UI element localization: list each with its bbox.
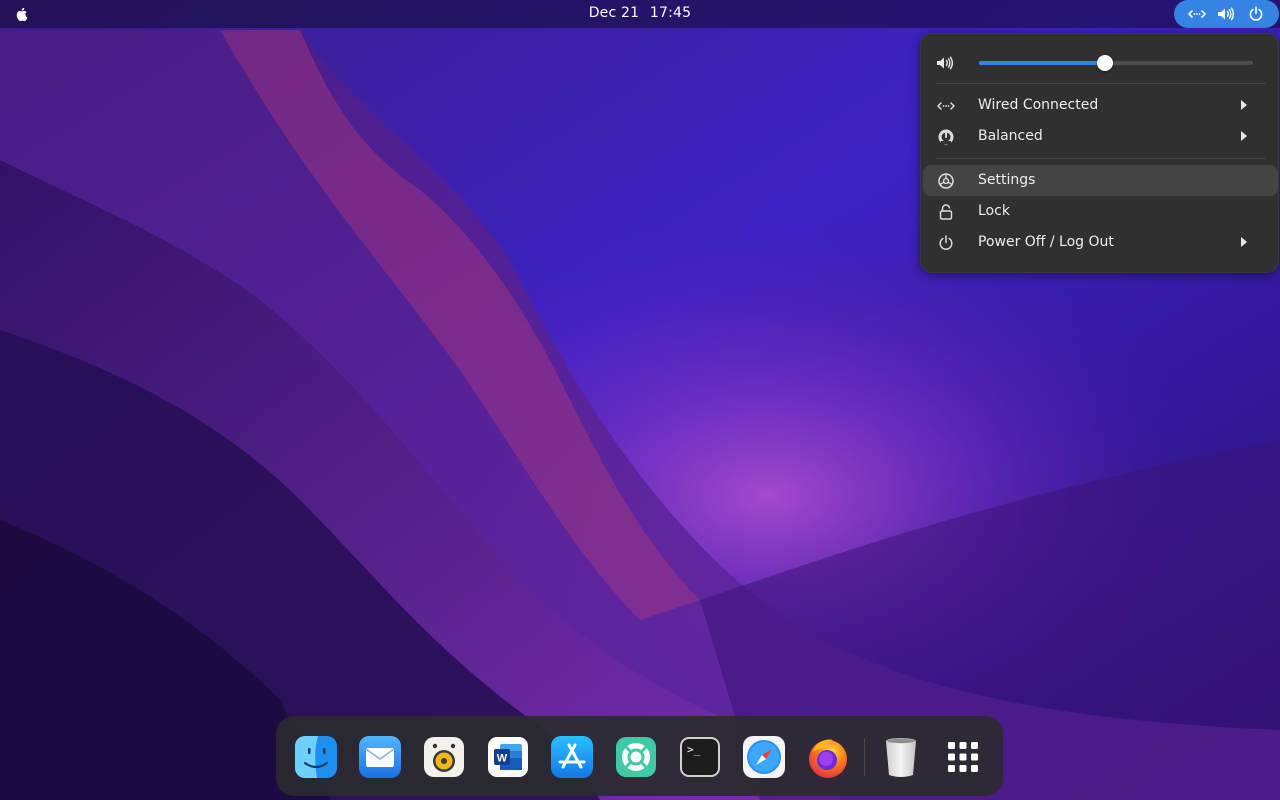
dock-app-app-store[interactable] [549, 734, 595, 780]
volume-icon [1218, 7, 1235, 21]
settings-icon [938, 173, 954, 189]
submenu-arrow-icon [1241, 131, 1247, 141]
dock-app-mail[interactable] [357, 734, 403, 780]
dock: W >_ [276, 716, 1003, 796]
menu-item-label: Balanced [978, 128, 1043, 144]
top-bar: Dec 21 17:45 [0, 0, 1280, 28]
volume-row [921, 49, 1280, 77]
submenu-arrow-icon [1241, 100, 1247, 110]
menu-separator [936, 83, 1266, 84]
clock-time: 17:45 [649, 5, 692, 21]
app-grid-icon [948, 742, 978, 772]
dock-trash[interactable] [878, 734, 924, 780]
show-apps-button[interactable] [940, 734, 986, 780]
volume-icon[interactable] [936, 55, 954, 71]
dock-separator [864, 738, 865, 776]
lock-icon [939, 204, 953, 220]
dock-app-rhythmbox[interactable] [421, 734, 467, 780]
dock-app-finder[interactable] [293, 734, 339, 780]
dock-app-safari[interactable] [741, 734, 787, 780]
clock[interactable]: Dec 21 17:45 [0, 5, 1280, 21]
volume-slider-knob[interactable] [1097, 55, 1114, 71]
word-icon: W [488, 737, 528, 777]
safari-icon [743, 736, 785, 778]
power-icon [939, 235, 953, 250]
dock-app-word[interactable]: W [485, 734, 531, 780]
menu-item-label: Wired Connected [978, 97, 1099, 113]
power-profile-icon [938, 129, 954, 145]
volume-slider[interactable] [979, 55, 1253, 71]
help-icon [616, 737, 656, 777]
trash-icon [886, 738, 916, 777]
power-icon [1249, 6, 1263, 21]
menu-item-balanced[interactable]: Balanced [923, 121, 1278, 152]
system-status-menu[interactable] [1174, 0, 1279, 28]
wired-network-icon [1188, 10, 1206, 18]
mail-icon [359, 736, 401, 778]
menu-separator [936, 158, 1266, 159]
menu-item-label: Lock [978, 203, 1010, 219]
terminal-prompt: >_ [687, 743, 701, 756]
wired-network-icon [937, 102, 955, 110]
firefox-icon [809, 739, 847, 778]
finder-icon [295, 736, 337, 778]
submenu-arrow-icon [1241, 237, 1247, 247]
volume-slider-fill [979, 61, 1106, 65]
dock-app-firefox[interactable] [805, 734, 851, 780]
menu-item-label: Settings [978, 172, 1036, 188]
rhythmbox-icon [424, 737, 464, 777]
menu-item-wired-connected[interactable]: Wired Connected [923, 90, 1278, 121]
menu-item-lock[interactable]: Lock [923, 196, 1278, 227]
menu-item-power-off[interactable]: Power Off / Log Out [923, 227, 1278, 258]
terminal-icon: >_ [680, 737, 720, 777]
dock-app-terminal[interactable]: >_ [677, 734, 723, 780]
dock-app-help[interactable] [613, 734, 659, 780]
word-letter: W [497, 753, 508, 765]
menu-item-settings[interactable]: Settings [923, 165, 1278, 196]
quick-settings-menu: Wired Connected Balanced Settings Lock P… [920, 33, 1279, 273]
menu-item-label: Power Off / Log Out [978, 234, 1114, 250]
clock-date: Dec 21 [588, 5, 640, 21]
app-store-icon [551, 736, 593, 778]
